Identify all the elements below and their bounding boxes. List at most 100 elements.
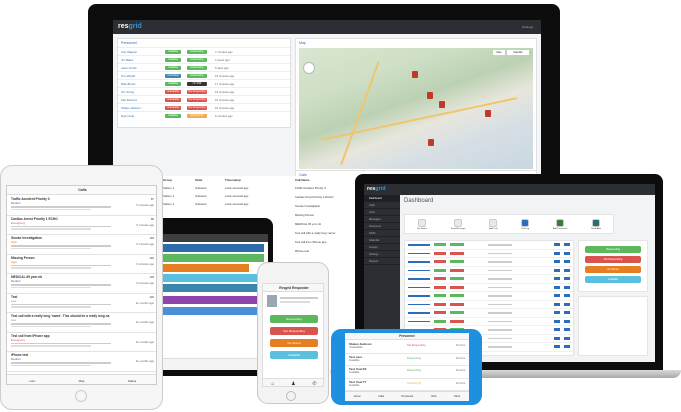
row-action[interactable] [564,319,570,323]
status-button[interactable]: Not Responding [270,327,318,335]
row-action[interactable] [554,319,560,323]
person-name[interactable]: Jim Baker [121,58,165,62]
table-row[interactable] [405,275,573,284]
table-row[interactable] [405,284,573,292]
list-item[interactable]: Test call with a really long 'name' [295,231,363,235]
table-row[interactable] [405,318,573,326]
map-type-map-button[interactable]: Map [493,50,505,55]
table-row[interactable]: Jim Baker Available Responding 2 years ago [118,55,290,63]
list-item[interactable]: MEDICAL 65 yom nb [295,222,363,226]
action-button[interactable]: Send Alert [591,218,601,230]
table-row[interactable] [405,241,573,250]
tab-status[interactable]: Status [128,379,137,383]
row-action[interactable] [554,285,560,289]
row-action[interactable] [554,260,560,264]
sidebar-item[interactable]: Calls [364,202,400,209]
table-row[interactable]: Tom Wright Committed Responding 15 minutes … [118,71,290,79]
table-row[interactable]: Jim Young Unavailable Not Responding 19 min… [118,87,290,95]
table-row[interactable]: Station 1 Unknown a few seconds ago [163,202,293,206]
table-row[interactable]: Station 1 Unknown a few seconds ago [163,194,293,198]
sidebar-item[interactable]: Shifts [364,230,400,237]
list-item[interactable]: Smoke Investigation [295,204,363,208]
map-marker[interactable] [439,101,445,108]
row-action[interactable] [554,345,560,349]
row-action[interactable] [554,336,560,340]
list-item[interactable]: Test user Available Responding 10 mins [345,354,469,366]
list-item[interactable]: Cardiac Arrest Priority 1 ECHO Emergency 8… [7,216,156,235]
status-button[interactable]: Available [585,276,641,283]
home-icon[interactable]: ⌂ [271,381,274,387]
sidebar-item[interactable]: Dashboard [364,195,400,202]
table-row[interactable]: Mike Brown Available On Shift 17 minutes ag… [118,79,290,87]
row-action[interactable] [564,243,570,247]
row-action[interactable] [554,277,560,281]
table-row[interactable] [405,309,573,318]
list-item[interactable]: Missing Person High 140 6 minutes ago [7,255,156,274]
row-action[interactable] [564,345,570,349]
tab-map[interactable]: Map [79,379,85,383]
status-button[interactable]: On Scene [585,266,641,273]
row-action[interactable] [554,311,560,315]
list-item[interactable]: Test call with a really long 'name'. Thi… [7,313,156,333]
status-button[interactable]: Responding [270,315,318,323]
row-action[interactable] [554,294,560,298]
sidebar-item[interactable]: Units [364,209,400,216]
action-button[interactable]: Send Message [451,218,465,230]
tab-more[interactable]: More [454,395,460,398]
table-row[interactable] [405,292,573,301]
ipad-home-button[interactable] [75,390,87,402]
list-item[interactable]: Cardiac Arrest Priority 1 ECHO [295,195,363,199]
sidebar-item[interactable]: Messages [364,216,400,223]
row-action[interactable] [554,268,560,272]
list-item[interactable]: Test UserXX Available Responding 10 mins [345,366,469,379]
row-action[interactable] [554,251,560,255]
table-row[interactable]: Amy Wagner Available Responding 7 minutes a… [118,47,290,55]
tab-personnel[interactable]: Personnel [402,395,414,398]
list-item[interactable]: Test Low 102 11 months ago [7,294,156,313]
list-item[interactable]: Shawn Jackson Unavailable Not Responding 10… [345,341,469,354]
list-item[interactable]: Test call from iPhone app Emergency 11 mon… [7,333,156,352]
map-view[interactable]: Map Satellite [299,48,533,169]
person-name[interactable]: Amy Wagner [121,50,165,54]
sidebar-item[interactable]: Settings [364,251,400,258]
table-row[interactable]: Karl Parsons Unavailable Not Responding 16 … [118,95,290,103]
status-button[interactable]: Not Responding [585,256,641,263]
map-marker[interactable] [485,110,491,117]
person-name[interactable]: Ryan Cole [121,114,165,118]
tab-calls[interactable]: Calls [29,379,36,383]
row-action[interactable] [564,311,570,315]
row-action[interactable] [564,268,570,272]
tab-units[interactable]: Units [431,395,437,398]
map-marker[interactable] [412,71,418,78]
list-item[interactable]: Test UserYY Available Standing By 10 mins [345,379,469,391]
table-row[interactable]: Ryan Cole Available Standing By 8 minutes a… [118,111,290,119]
person-name[interactable]: Jim Young [121,90,165,94]
person-name[interactable]: Shawn Jackson [121,106,165,110]
iphone-white-home-button[interactable] [286,391,296,401]
settings-link[interactable]: Settings [522,25,533,29]
row-action[interactable] [564,328,570,332]
row-action[interactable] [554,243,560,247]
status-button[interactable]: Available [270,351,318,359]
list-item[interactable]: Smoke Investigation High 146 6 minutes ago [7,235,156,255]
map-type-satellite-button[interactable]: Satellite [507,50,529,55]
sidebar-item[interactable]: Reports [364,258,400,265]
row-action[interactable] [564,302,570,306]
list-item[interactable]: Test call from iPhone app [295,240,363,244]
row-action[interactable] [564,260,570,264]
table-row[interactable]: Shawn Jackson Unavailable Not Responding 16… [118,103,290,111]
list-item[interactable]: Missing Person [295,213,363,217]
table-row[interactable]: Jason Smith Available Responding 5 days ago [118,63,290,71]
status-button[interactable]: On Scene [270,339,318,347]
status-button[interactable]: Responding [585,246,641,253]
row-action[interactable] [564,294,570,298]
table-row[interactable] [405,267,573,275]
person-name[interactable]: Karl Parsons [121,98,165,102]
brand-logo[interactable]: resgrid [367,186,386,192]
map-marker[interactable] [427,92,433,99]
phone-icon[interactable]: ✆ [312,381,316,387]
row-action[interactable] [564,277,570,281]
list-item[interactable]: Traffic Accident Priority 3 [295,186,363,190]
table-row[interactable] [405,258,573,267]
table-row[interactable] [405,250,573,258]
